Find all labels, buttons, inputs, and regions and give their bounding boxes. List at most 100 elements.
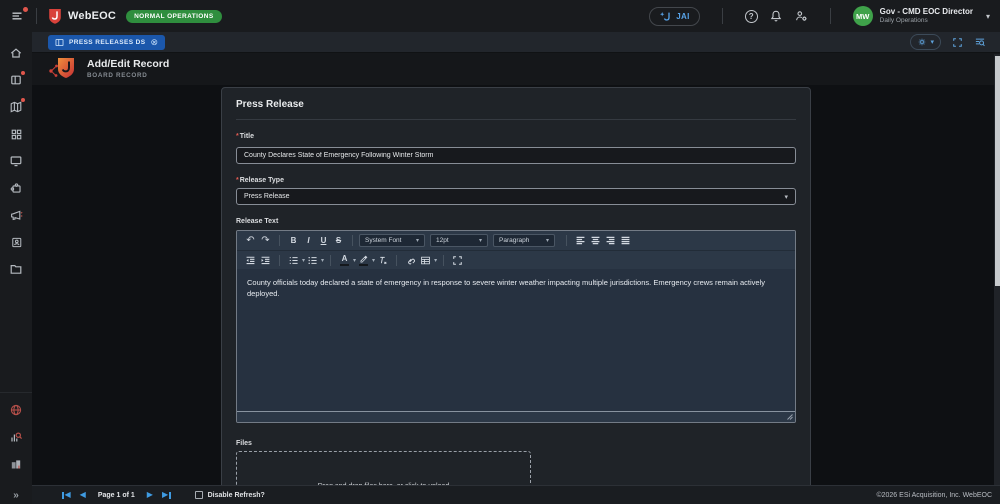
- map-icon: [9, 100, 23, 114]
- page-status: Page 1 of 1: [98, 492, 135, 499]
- sidebar-item-maps[interactable]: [7, 98, 25, 116]
- help-icon: ?: [745, 10, 758, 23]
- align-left-button[interactable]: [573, 233, 588, 248]
- align-center-button[interactable]: [588, 233, 603, 248]
- brand: WebEOC: [48, 8, 116, 24]
- chevron-down-icon: ▾: [930, 38, 934, 46]
- chevron-down-icon[interactable]: ▾: [321, 257, 324, 264]
- board-search-icon: [974, 36, 986, 48]
- help-button[interactable]: ?: [745, 10, 758, 23]
- clear-formatting-icon: [377, 255, 388, 266]
- block-format-select[interactable]: Paragraph ▾: [493, 234, 555, 247]
- highlight-color-bar: [359, 264, 368, 266]
- text-color-bar: [340, 264, 349, 266]
- disable-refresh-checkbox[interactable]: [195, 491, 203, 499]
- bullet-list-button[interactable]: [305, 253, 320, 268]
- editor-content[interactable]: County officials today declared a state …: [237, 269, 795, 411]
- underline-button[interactable]: U: [316, 233, 331, 248]
- file-dropzone[interactable]: Drag and drop files here, or click to up…: [236, 451, 531, 485]
- text-color-button[interactable]: A: [337, 253, 352, 268]
- scrollbar-thumb[interactable]: [995, 56, 1000, 286]
- chevron-down-icon: ▾: [986, 12, 990, 21]
- outdent-icon: [245, 255, 256, 266]
- scrollbar[interactable]: [994, 54, 1000, 485]
- jai-icon: [659, 11, 672, 22]
- sidebar-item-plugins[interactable]: [7, 179, 25, 197]
- sidebar-item-apps[interactable]: [7, 125, 25, 143]
- font-family-select[interactable]: System Font ▾: [359, 234, 425, 247]
- user-gear-icon: [794, 9, 808, 23]
- notifications-button[interactable]: [769, 9, 783, 23]
- redo-button[interactable]: ↷: [258, 233, 273, 248]
- sidebar-item-geo[interactable]: [7, 401, 25, 419]
- title-input[interactable]: [236, 147, 796, 164]
- first-page-button[interactable]: ◀: [62, 491, 71, 499]
- outdent-button[interactable]: [243, 253, 258, 268]
- align-right-button[interactable]: [603, 233, 618, 248]
- bullet-list-icon: [307, 255, 318, 266]
- board-search-button[interactable]: [974, 36, 986, 48]
- sidebar-item-boards[interactable]: [7, 71, 25, 89]
- globe-icon: [9, 403, 23, 417]
- fullscreen-button[interactable]: [952, 37, 963, 48]
- release-type-select[interactable]: Press Release ▾: [236, 188, 796, 205]
- fullscreen-icon: [452, 255, 463, 266]
- rich-text-editor: ↶ ↷ B I U S System Font ▾ 12pt ▾: [236, 230, 796, 423]
- numbered-list-button[interactable]: [286, 253, 301, 268]
- chevron-down-icon: ▾: [411, 237, 419, 244]
- jai-button[interactable]: JAI: [649, 7, 699, 26]
- align-justify-button[interactable]: [618, 233, 633, 248]
- sidebar-expand-button[interactable]: »: [0, 490, 32, 501]
- sidebar-item-analytics[interactable]: [7, 428, 25, 446]
- notification-dot: [21, 71, 25, 75]
- tab-press-releases[interactable]: PRESS RELEASES DS ⊗: [48, 35, 165, 50]
- chevron-down-icon[interactable]: ▾: [434, 257, 437, 264]
- align-center-icon: [590, 235, 601, 246]
- disable-refresh-toggle[interactable]: Disable Refresh?: [195, 491, 265, 499]
- bold-button[interactable]: B: [286, 233, 301, 248]
- sidebar-item-announcements[interactable]: [7, 206, 25, 224]
- highlighter-icon: [359, 254, 368, 263]
- sidebar-item-displays[interactable]: [7, 152, 25, 170]
- avatar: MW: [853, 6, 873, 26]
- user-admin-button[interactable]: [794, 9, 808, 23]
- sidebar: »: [0, 32, 32, 504]
- font-size-select[interactable]: 12pt ▾: [430, 234, 488, 247]
- apps-grid-icon: [10, 128, 23, 141]
- resize-handle-icon[interactable]: [786, 413, 794, 421]
- menu-toggle-icon[interactable]: [10, 9, 25, 23]
- tab-label: PRESS RELEASES DS: [69, 39, 146, 46]
- indent-button[interactable]: [258, 253, 273, 268]
- numbered-list-icon: [288, 255, 299, 266]
- sidebar-item-home[interactable]: [7, 44, 25, 62]
- copyright: ©2026 ESi Acquisition, Inc. WebEOC: [876, 492, 992, 499]
- italic-button[interactable]: I: [301, 233, 316, 248]
- last-page-button[interactable]: ▶: [162, 491, 171, 499]
- align-right-icon: [605, 235, 616, 246]
- strikethrough-button[interactable]: S: [331, 233, 346, 248]
- clear-formatting-button[interactable]: [375, 253, 390, 268]
- form-panel: Press Release *Title *Release Type Press…: [221, 87, 811, 485]
- user-name: Gov - CMD EOC Director: [880, 7, 973, 17]
- table-button[interactable]: [418, 253, 433, 268]
- sidebar-item-contacts[interactable]: [7, 233, 25, 251]
- highlight-color-button[interactable]: [356, 253, 371, 268]
- tab-close-icon[interactable]: ⊗: [151, 38, 159, 47]
- user-menu[interactable]: MW Gov - CMD EOC Director Daily Operatio…: [853, 6, 990, 26]
- megaphone-icon: [9, 208, 23, 222]
- sidebar-item-files[interactable]: [7, 260, 25, 278]
- release-text-label: Release Text: [236, 218, 796, 225]
- sidebar-bottom-group: [0, 392, 32, 482]
- next-page-button[interactable]: ▶: [147, 491, 153, 499]
- board-settings-button[interactable]: ▾: [910, 34, 941, 50]
- divider: [722, 8, 723, 24]
- sidebar-item-reports[interactable]: [7, 455, 25, 473]
- undo-button[interactable]: ↶: [243, 233, 258, 248]
- prev-page-button[interactable]: ◀: [80, 491, 86, 499]
- link-button[interactable]: [403, 253, 418, 268]
- editor-statusbar: [237, 411, 795, 422]
- release-type-value: Press Release: [244, 193, 290, 200]
- folder-icon: [9, 262, 23, 276]
- editor-fullscreen-button[interactable]: [450, 253, 465, 268]
- fullscreen-icon: [952, 37, 963, 48]
